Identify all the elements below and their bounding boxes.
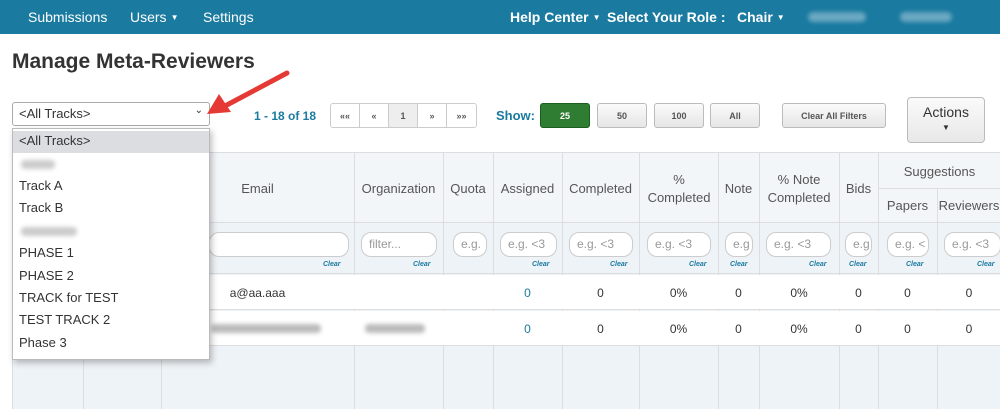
nav-users[interactable]: Users ▼ — [130, 9, 178, 25]
pct-completed-clear-link[interactable]: Clear — [689, 261, 707, 268]
pct-completed-filter-input[interactable]: e.g. <3 — [647, 232, 711, 257]
redacted-text — [21, 160, 55, 169]
track-option-redacted[interactable] — [13, 220, 209, 242]
pct-completed-cell: 0% — [669, 322, 688, 336]
pagination: «« « 1 » »» — [330, 103, 477, 128]
track-option-all[interactable]: <All Tracks> — [13, 131, 209, 153]
pct-note-filter-input[interactable]: e.g. <3 — [766, 232, 831, 257]
track-option-phase-3[interactable]: Phase 3 — [13, 333, 209, 355]
papers-filter-input[interactable]: e.g. < — [887, 232, 929, 257]
quota-filter-input[interactable]: e.g. — [453, 232, 487, 257]
assigned-count-link[interactable]: 0 — [493, 286, 562, 300]
redacted-email — [211, 324, 321, 333]
redacted-organization — [365, 324, 425, 333]
next-page-button[interactable]: » — [418, 104, 447, 127]
header-pct-completed[interactable]: % Completed — [647, 171, 711, 207]
email-clear-link[interactable]: Clear — [323, 261, 341, 268]
track-filter-select[interactable]: <All Tracks> ⌄ — [12, 102, 210, 126]
track-option-phase-1[interactable]: PHASE 1 — [13, 243, 209, 265]
track-option-test-track-2[interactable]: TEST TRACK 2 — [13, 310, 209, 332]
show-100-button[interactable]: 100 — [654, 103, 704, 128]
header-note[interactable]: Note — [718, 180, 759, 198]
caret-down-icon: ▼ — [776, 13, 785, 22]
track-option-track-a[interactable]: Track A — [13, 176, 209, 198]
note-clear-link[interactable]: Clear — [730, 261, 748, 268]
papers-cell: 0 — [904, 286, 911, 300]
pct-note-cell: 0% — [790, 322, 808, 336]
header-suggestions: Suggestions — [903, 164, 976, 179]
actions-label: Actions — [923, 104, 969, 120]
role-selector[interactable]: Chair ▼ — [737, 9, 785, 25]
caret-down-icon: ▼ — [942, 123, 950, 132]
nav-users-label: Users — [130, 9, 167, 25]
header-completed[interactable]: Completed — [562, 180, 639, 198]
last-page-button[interactable]: »» — [447, 104, 476, 127]
pct-note-cell: 0% — [790, 286, 808, 300]
note-cell: 0 — [735, 322, 742, 336]
nav-help-center-label: Help Center — [510, 9, 589, 25]
header-quota[interactable]: Quota — [443, 180, 493, 198]
clear-all-filters-button[interactable]: Clear All Filters — [782, 103, 886, 128]
pct-note-clear-link[interactable]: Clear — [809, 261, 827, 268]
track-filter-value: <All Tracks> — [19, 106, 91, 121]
nav-redacted-account[interactable] — [900, 12, 952, 22]
track-option-track-b[interactable]: Track B — [13, 198, 209, 220]
papers-cell: 0 — [904, 322, 911, 336]
note-filter-input[interactable]: e.g — [725, 232, 753, 257]
redacted-text — [21, 227, 77, 236]
prev-page-button[interactable]: « — [360, 104, 389, 127]
bids-clear-link[interactable]: Clear — [849, 261, 867, 268]
completed-cell: 0 — [597, 286, 604, 300]
assigned-count-link[interactable]: 0 — [493, 322, 562, 336]
completed-clear-link[interactable]: Clear — [610, 261, 628, 268]
header-papers[interactable]: Papers — [878, 197, 937, 215]
completed-filter-input[interactable]: e.g. <3 — [569, 232, 633, 257]
caret-down-icon: ▼ — [170, 13, 179, 22]
suggestions-divider — [879, 188, 1000, 189]
reviewers-filter-input[interactable]: e.g. <3 — [944, 232, 1000, 257]
bids-cell: 0 — [855, 322, 862, 336]
annotation-arrow-icon — [207, 70, 290, 114]
show-25-button[interactable]: 25 — [540, 103, 590, 128]
header-bids[interactable]: Bids — [839, 180, 878, 198]
header-reviewers[interactable]: Reviewers — [937, 197, 1000, 215]
nav-redacted-user[interactable] — [808, 12, 866, 22]
role-label: Select Your Role : — [607, 9, 726, 25]
nav-submissions[interactable]: Submissions — [28, 9, 107, 25]
track-option-track-for-test[interactable]: TRACK for TEST — [13, 288, 209, 310]
email-filter-input[interactable] — [209, 232, 349, 257]
note-cell: 0 — [735, 286, 742, 300]
completed-cell: 0 — [597, 322, 604, 336]
track-option-phase-2[interactable]: PHASE 2 — [13, 266, 209, 288]
show-all-button[interactable]: All — [710, 103, 760, 128]
nav-help-center[interactable]: Help Center ▼ — [510, 9, 601, 25]
papers-clear-link[interactable]: Clear — [906, 261, 924, 268]
bids-cell: 0 — [855, 286, 862, 300]
track-option-redacted[interactable] — [13, 153, 209, 175]
header-organization[interactable]: Organization — [354, 180, 443, 198]
organization-clear-link[interactable]: Clear — [413, 261, 431, 268]
assigned-clear-link[interactable]: Clear — [532, 261, 550, 268]
arrow-shaft — [222, 70, 290, 109]
reviewers-clear-link[interactable]: Clear — [977, 261, 995, 268]
top-navbar: Submissions Users ▼ Settings Help Center ▼… — [0, 0, 1000, 34]
first-page-button[interactable]: «« — [331, 104, 360, 127]
page-1-button[interactable]: 1 — [389, 104, 418, 127]
caret-down-icon: ▼ — [592, 13, 601, 22]
actions-button[interactable]: Actions ▼ — [907, 97, 985, 143]
role-value: Chair — [737, 9, 773, 25]
bids-filter-input[interactable]: e.g — [845, 232, 872, 257]
organization-filter-input[interactable]: filter... — [361, 232, 437, 257]
show-50-button[interactable]: 50 — [597, 103, 647, 128]
assigned-filter-input[interactable]: e.g. <3 — [500, 232, 557, 257]
nav-settings[interactable]: Settings — [203, 9, 254, 25]
header-assigned[interactable]: Assigned — [493, 180, 562, 198]
chevron-down-icon: ⌄ — [194, 105, 203, 116]
pct-completed-cell: 0% — [669, 286, 688, 300]
reviewers-cell: 0 — [965, 286, 973, 300]
track-dropdown-list: <All Tracks> Track A Track B PHASE 1 PHA… — [12, 128, 210, 360]
reviewers-cell: 0 — [965, 322, 973, 336]
header-pct-note-completed[interactable]: % Note Completed — [763, 171, 835, 207]
show-label: Show: — [496, 108, 535, 123]
